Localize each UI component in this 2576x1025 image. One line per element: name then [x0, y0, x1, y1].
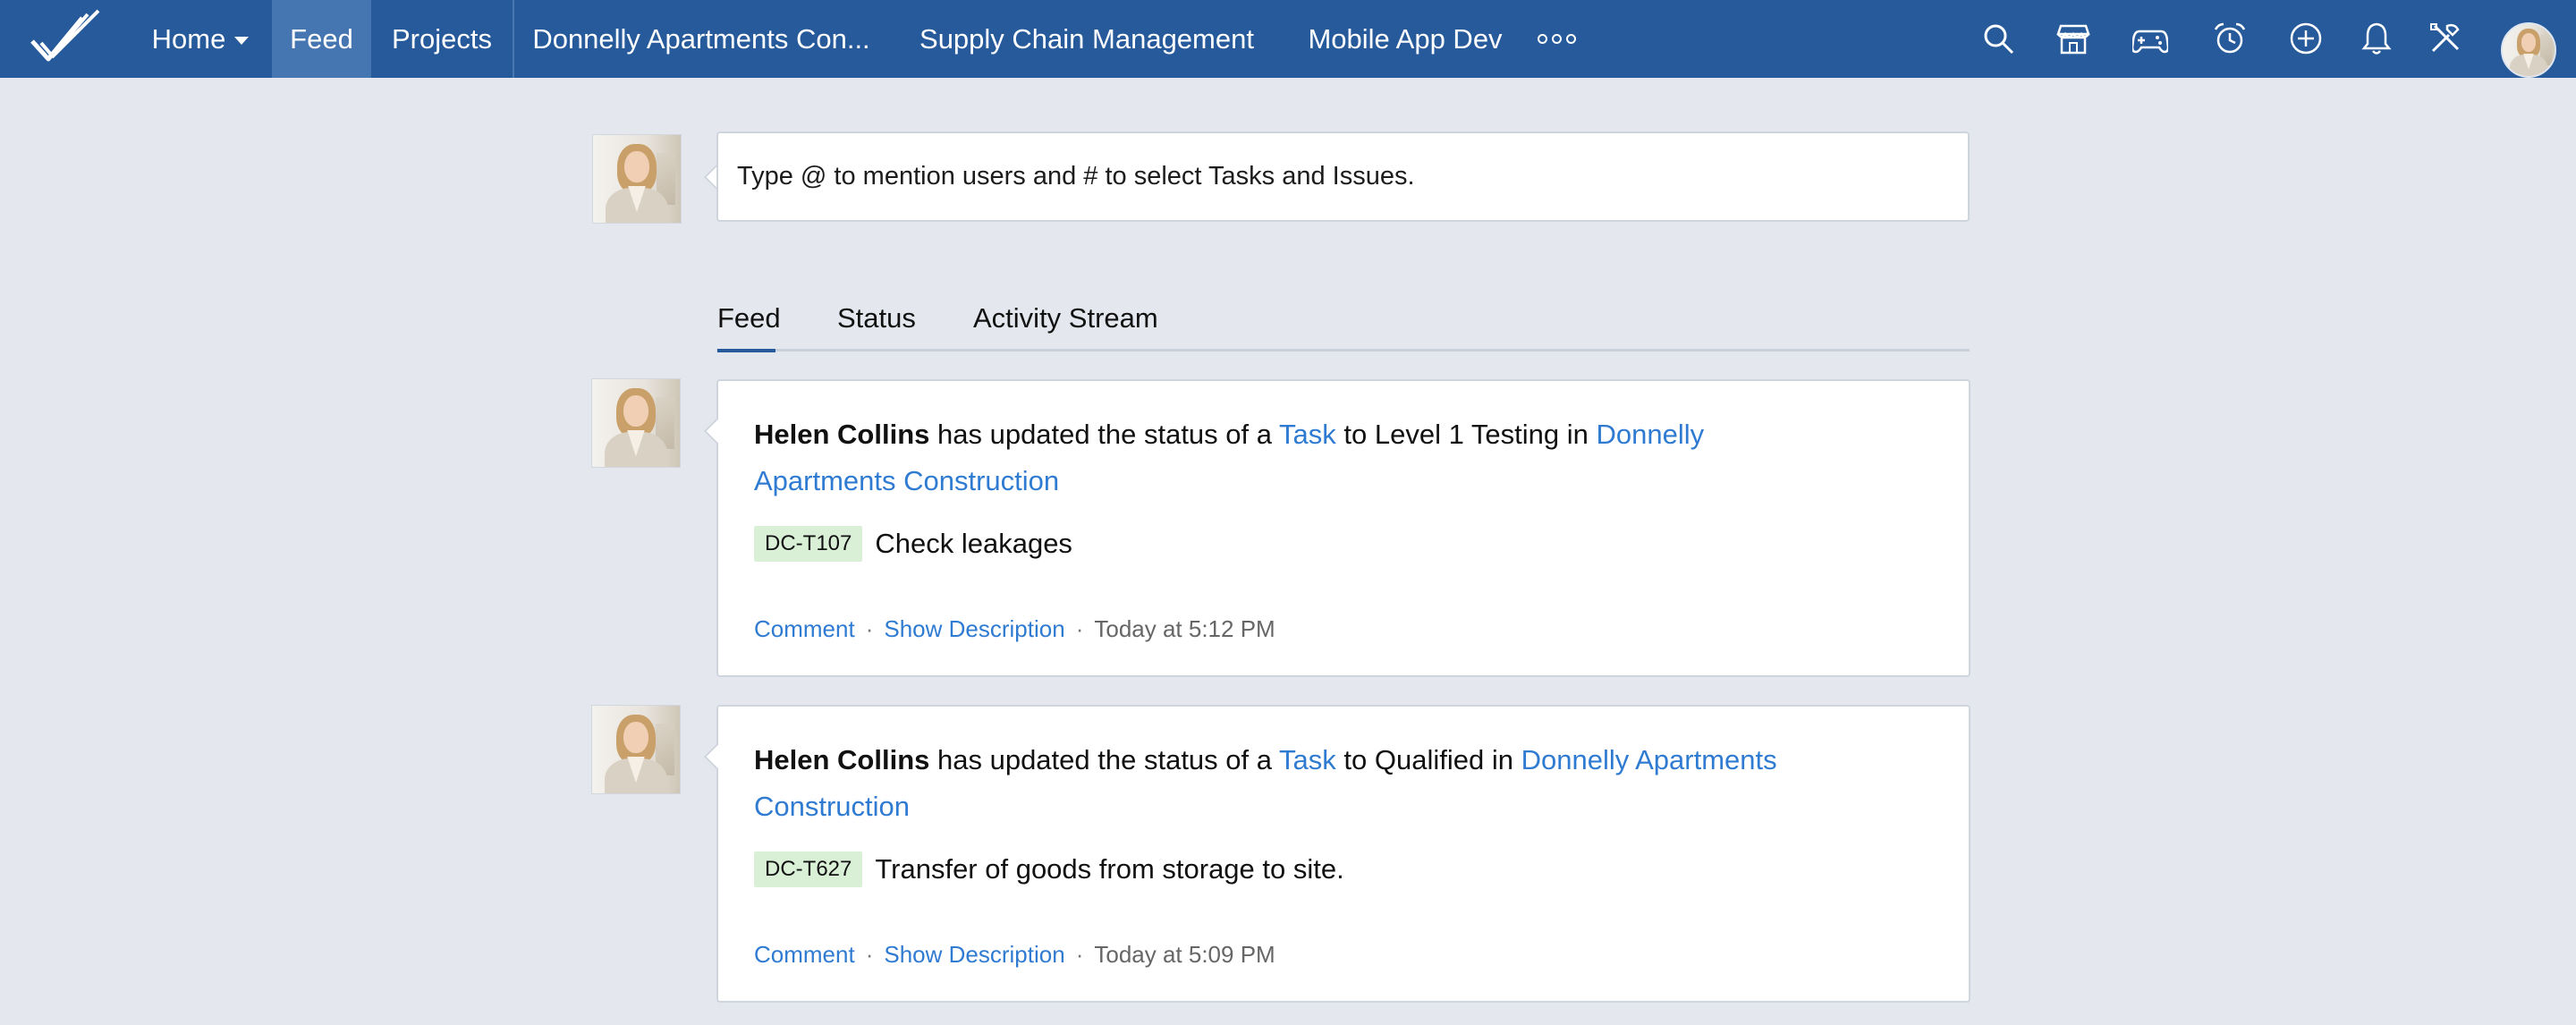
task-title: Transfer of goods from storage to site. [875, 853, 1344, 885]
show-description-link[interactable]: Show Description [884, 615, 1064, 643]
feed-text: has updated the status of a [929, 744, 1280, 775]
top-navigation-bar: Home Feed Projects Donnelly Apartments C… [0, 0, 2576, 78]
nav-project-donnelly[interactable]: Donnelly Apartments Con... [514, 0, 888, 78]
nav-project-supply-chain[interactable]: Supply Chain Management [907, 0, 1267, 78]
feed-text: has updated the status of a [929, 419, 1280, 450]
feed-item: Helen Collins has updated the status of … [716, 379, 1970, 677]
feed-task-line: DC-T627 Transfer of goods from storage t… [754, 851, 1344, 887]
chevron-down-icon [234, 37, 250, 45]
task-id-badge[interactable]: DC-T627 [754, 851, 863, 887]
gamepad-icon[interactable] [2130, 18, 2171, 59]
separator-dot: · [1075, 941, 1084, 968]
nav-home-label: Home [151, 22, 226, 55]
tab-status[interactable]: Status [837, 302, 916, 352]
nav-feed-label: Feed [290, 22, 353, 55]
nav-home-dropdown[interactable]: Home [141, 0, 259, 78]
task-title: Check leakages [875, 528, 1072, 559]
feed-timestamp: Today at 5:09 PM [1094, 941, 1275, 968]
nav-project-mobile-app[interactable]: Mobile App Dev [1286, 0, 1524, 78]
nav-project-label: Mobile App Dev [1308, 22, 1503, 55]
feed-author-avatar[interactable] [591, 705, 681, 794]
more-dots-icon [1537, 34, 1576, 44]
search-icon[interactable] [1978, 18, 2019, 59]
separator-dot: · [865, 941, 874, 968]
tools-icon[interactable] [2425, 18, 2466, 59]
feed-item-actions: Comment · Show Description · Today at 5:… [754, 615, 1275, 643]
show-description-link[interactable]: Show Description [884, 941, 1064, 969]
nav-projects[interactable]: Projects [371, 0, 513, 78]
nav-feed[interactable]: Feed [272, 0, 371, 78]
feed-entity-link[interactable]: Task [1279, 744, 1336, 775]
app-logo-icon[interactable] [29, 7, 106, 70]
alarm-clock-icon[interactable] [2209, 18, 2250, 59]
add-circle-icon[interactable] [2285, 18, 2326, 59]
tab-feed[interactable]: Feed [717, 302, 781, 352]
feed-task-line: DC-T107 Check leakages [754, 526, 1072, 562]
feed-timestamp: Today at 5:12 PM [1094, 615, 1275, 642]
comment-link[interactable]: Comment [754, 941, 855, 969]
tab-label: Activity Stream [973, 302, 1158, 334]
feed-item-actions: Comment · Show Description · Today at 5:… [754, 941, 1275, 969]
task-id-badge[interactable]: DC-T107 [754, 526, 863, 562]
tab-label: Feed [717, 302, 781, 334]
tab-label: Status [837, 302, 916, 334]
separator-dot: · [865, 615, 874, 642]
feed-author-avatar[interactable] [591, 378, 681, 468]
feed-author-link[interactable]: Helen Collins [754, 419, 929, 450]
feed-item-message: Helen Collins has updated the status of … [754, 737, 1827, 830]
status-composer-input[interactable]: Type @ to mention users and # to select … [716, 131, 1970, 222]
store-icon[interactable] [2053, 18, 2094, 59]
feed-author-link[interactable]: Helen Collins [754, 744, 929, 775]
feed-text: to Level 1 Testing in [1335, 419, 1597, 450]
nav-project-label: Donnelly Apartments Con... [532, 22, 870, 55]
comment-link[interactable]: Comment [754, 615, 855, 643]
composer-placeholder: Type @ to mention users and # to select … [737, 162, 1415, 191]
feed-item: Helen Collins has updated the status of … [716, 705, 1970, 1003]
feed-text: to Qualified in [1335, 744, 1521, 775]
bell-icon[interactable] [2356, 18, 2397, 59]
separator-dot: · [1075, 615, 1084, 642]
tab-activity-stream[interactable]: Activity Stream [973, 302, 1158, 352]
composer-avatar [592, 134, 682, 224]
user-avatar[interactable] [2501, 21, 2556, 78]
nav-project-label: Supply Chain Management [919, 22, 1254, 55]
feed-item-message: Helen Collins has updated the status of … [754, 411, 1827, 504]
nav-more-button[interactable] [1531, 0, 1581, 78]
feed-entity-link[interactable]: Task [1279, 419, 1336, 450]
nav-projects-label: Projects [392, 22, 492, 55]
